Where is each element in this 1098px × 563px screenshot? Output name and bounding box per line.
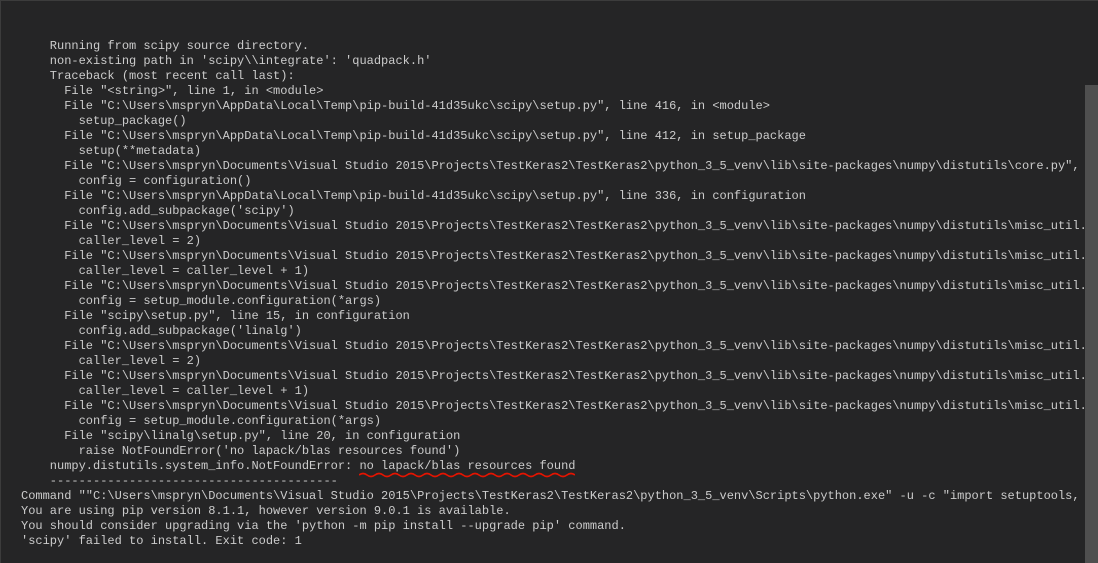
terminal-line: caller_level = caller_level + 1)	[1, 384, 1098, 399]
terminal-line: raise NotFoundError('no lapack/blas reso…	[1, 444, 1098, 459]
terminal-line: You should consider upgrading via the 'p…	[1, 519, 1098, 534]
terminal-line: caller_level = 2)	[1, 354, 1098, 369]
terminal-line: config = setup_module.configuration(*arg…	[1, 414, 1098, 429]
terminal-line: File "C:\Users\mspryn\Documents\Visual S…	[1, 159, 1098, 174]
terminal-line: setup_package()	[1, 114, 1098, 129]
terminal-line: File "C:\Users\mspryn\Documents\Visual S…	[1, 339, 1098, 354]
terminal-line: File "<string>", line 1, in <module>	[1, 84, 1098, 99]
terminal-line: File "C:\Users\mspryn\Documents\Visual S…	[1, 219, 1098, 234]
terminal-line: config = setup_module.configuration(*arg…	[1, 294, 1098, 309]
scrollbar-thumb[interactable]	[1085, 85, 1098, 563]
terminal-line: setup(**metadata)	[1, 144, 1098, 159]
terminal-line: File "scipy\setup.py", line 15, in confi…	[1, 309, 1098, 324]
terminal-line: File "C:\Users\mspryn\AppData\Local\Temp…	[1, 99, 1098, 114]
terminal-line: caller_level = 2)	[1, 234, 1098, 249]
terminal-line: File "C:\Users\mspryn\Documents\Visual S…	[1, 399, 1098, 414]
terminal-line: non-existing path in 'scipy\\integrate':…	[1, 54, 1098, 69]
terminal-line: Traceback (most recent call last):	[1, 69, 1098, 84]
terminal-line: config.add_subpackage('linalg')	[1, 324, 1098, 339]
terminal-line: Running from scipy source directory.	[1, 39, 1098, 54]
terminal-line: File "C:\Users\mspryn\AppData\Local\Temp…	[1, 129, 1098, 144]
terminal-line: File "C:\Users\mspryn\AppData\Local\Temp…	[1, 189, 1098, 204]
vertical-scrollbar[interactable]	[1085, 1, 1098, 563]
terminal-line: File "scipy\linalg\setup.py", line 20, i…	[1, 429, 1098, 444]
terminal-line: File "C:\Users\mspryn\Documents\Visual S…	[1, 369, 1098, 384]
terminal-line: Command ""C:\Users\mspryn\Documents\Visu…	[1, 489, 1098, 504]
terminal-line: 'scipy' failed to install. Exit code: 1	[1, 534, 1098, 549]
terminal-line: numpy.distutils.system_info.NotFoundErro…	[1, 459, 1098, 474]
terminal-line: caller_level = caller_level + 1)	[1, 264, 1098, 279]
terminal-line: ----------------------------------------	[1, 474, 1098, 489]
terminal-line: File "C:\Users\mspryn\Documents\Visual S…	[1, 249, 1098, 264]
terminal-line: File "C:\Users\mspryn\Documents\Visual S…	[1, 279, 1098, 294]
terminal-output[interactable]: Running from scipy source directory. non…	[1, 1, 1098, 563]
terminal-line: config.add_subpackage('scipy')	[1, 204, 1098, 219]
terminal-line: You are using pip version 8.1.1, however…	[1, 504, 1098, 519]
terminal-line: config = configuration()	[1, 174, 1098, 189]
